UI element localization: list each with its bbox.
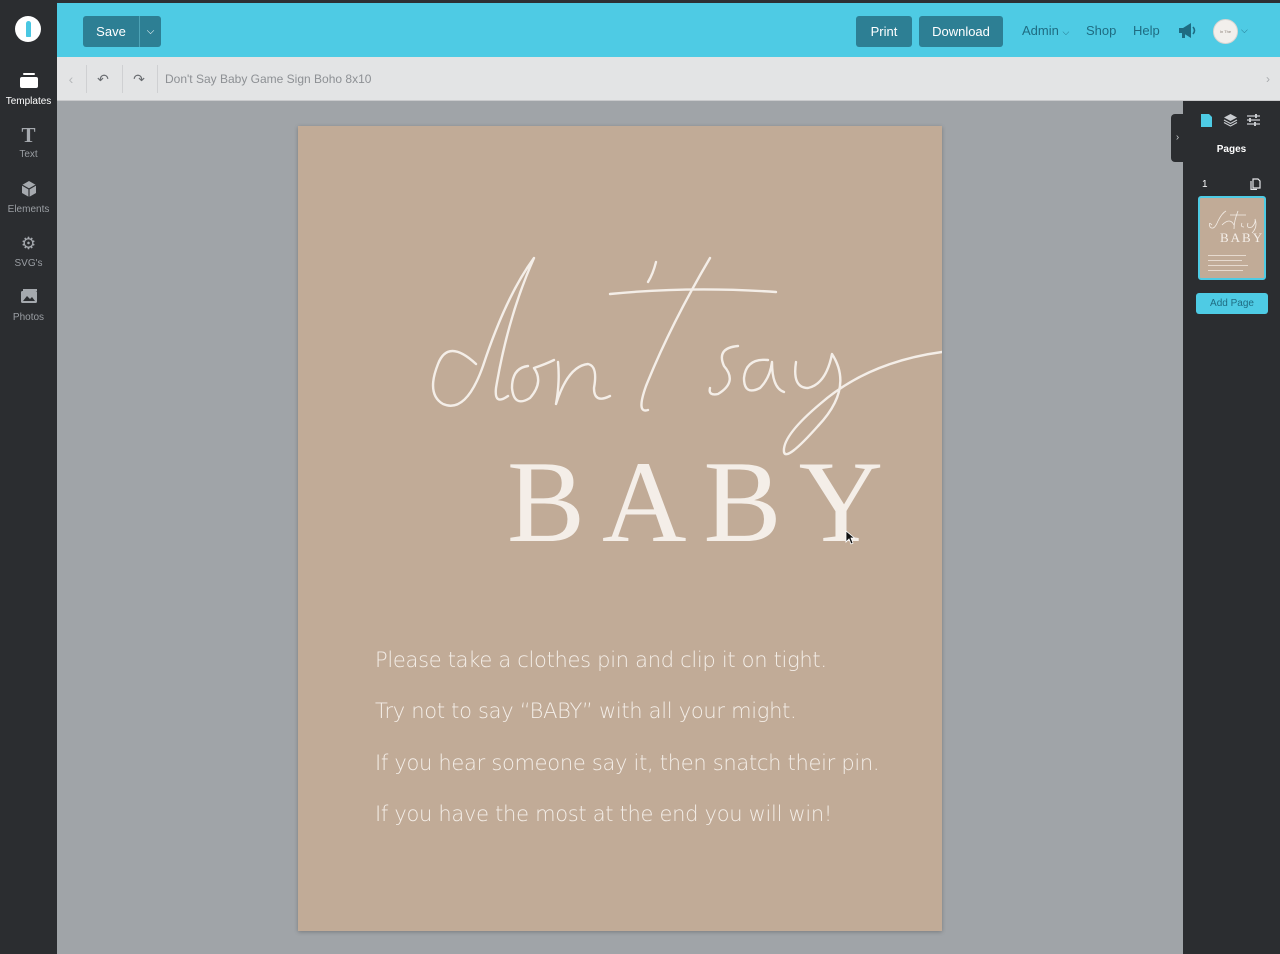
sidebar-item-elements[interactable]: Elements bbox=[0, 180, 57, 215]
thumbnail-line bbox=[1208, 260, 1242, 261]
elements-icon bbox=[0, 180, 57, 200]
pages-tab-icon[interactable] bbox=[1198, 113, 1214, 129]
redo-icon[interactable]: ↷ bbox=[125, 65, 153, 93]
divider bbox=[122, 65, 123, 93]
sidebar-item-label: Text bbox=[19, 149, 38, 160]
chevron-right-icon: › bbox=[1175, 132, 1180, 143]
sidebar-item-templates[interactable]: Templates bbox=[0, 72, 57, 107]
mouse-cursor-icon bbox=[845, 530, 855, 545]
thumbnail-script-art bbox=[1208, 210, 1257, 233]
pages-panel: Pages 1 BABY Add Page bbox=[1183, 101, 1280, 954]
thumbnail-baby-text: BABY bbox=[1220, 230, 1265, 245]
undo-icon[interactable]: ↶ bbox=[89, 65, 117, 93]
panel-title: Pages bbox=[1216, 144, 1247, 155]
app-logo[interactable] bbox=[15, 16, 41, 42]
page-thumbnail[interactable]: BABY bbox=[1198, 196, 1266, 280]
divider bbox=[86, 65, 87, 93]
design-canvas[interactable]: BABY Please take a clothes pin and clip … bbox=[298, 126, 942, 931]
rule-line-3[interactable]: If you hear someone say it, then snatch … bbox=[375, 751, 880, 775]
sidebar-item-label: SVG's bbox=[14, 258, 43, 269]
photos-icon bbox=[0, 288, 57, 308]
thumbnail-line bbox=[1208, 265, 1248, 266]
script-title-artwork[interactable] bbox=[298, 126, 942, 456]
print-button[interactable]: Print bbox=[856, 16, 912, 47]
duplicate-page-icon[interactable] bbox=[1250, 178, 1262, 191]
sidebar-item-label: Photos bbox=[12, 312, 45, 323]
avatar[interactable]: In The Groove bbox=[1213, 19, 1238, 44]
sidebar-item-svgs[interactable]: ⚙ SVG's bbox=[0, 234, 57, 269]
admin-menu[interactable]: Admin ⌵ bbox=[1022, 23, 1069, 38]
thumbnail-line bbox=[1208, 255, 1246, 256]
save-options-button[interactable]: ⌵ bbox=[139, 16, 161, 47]
sidebar-item-photos[interactable]: Photos bbox=[0, 288, 57, 323]
top-bar: Save ⌵ Print Download Admin ⌵ Shop Help … bbox=[57, 0, 1280, 57]
chevron-right-icon[interactable]: › bbox=[1260, 65, 1276, 93]
rule-line-1[interactable]: Please take a clothes pin and clip it on… bbox=[375, 648, 827, 672]
thumbnail-line bbox=[1208, 270, 1243, 271]
baby-heading[interactable]: BABY bbox=[507, 444, 900, 561]
help-link[interactable]: Help bbox=[1133, 23, 1160, 38]
admin-menu-label: Admin bbox=[1022, 23, 1059, 38]
chevron-down-icon: ⌵ bbox=[146, 26, 155, 37]
svgs-icon: ⚙ bbox=[20, 234, 37, 253]
chevron-left-icon[interactable]: ‹ bbox=[57, 65, 85, 93]
download-button[interactable]: Download bbox=[919, 16, 1003, 47]
divider bbox=[157, 65, 158, 93]
document-title[interactable]: Don't Say Baby Game Sign Boho 8x10 bbox=[165, 72, 371, 86]
templates-icon bbox=[0, 72, 57, 92]
chevron-down-icon: ⌵ bbox=[1062, 27, 1070, 37]
left-toolbar: Templates T Text Elements ⚙ SVG's Photos bbox=[0, 0, 57, 954]
text-icon: T bbox=[21, 123, 36, 147]
megaphone-icon[interactable] bbox=[1176, 20, 1198, 42]
chevron-down-icon[interactable]: ⌵ bbox=[1241, 25, 1248, 36]
save-group: Save ⌵ bbox=[83, 16, 161, 47]
shop-link[interactable]: Shop bbox=[1086, 23, 1116, 38]
sidebar-item-label: Elements bbox=[7, 204, 50, 215]
sidebar-item-label: Templates bbox=[5, 96, 52, 107]
settings-sliders-tab-icon[interactable] bbox=[1245, 113, 1261, 129]
layers-tab-icon[interactable] bbox=[1222, 113, 1238, 129]
save-button[interactable]: Save bbox=[83, 16, 139, 47]
rule-line-4[interactable]: If you have the most at the end you will… bbox=[375, 802, 832, 826]
add-page-button[interactable]: Add Page bbox=[1196, 293, 1268, 314]
logo-mark-icon bbox=[26, 21, 31, 37]
sidebar-item-text[interactable]: T Text bbox=[0, 123, 57, 161]
page-number: 1 bbox=[1202, 179, 1208, 190]
rule-line-2[interactable]: Try not to say “BABY” with all your migh… bbox=[375, 699, 797, 723]
sub-toolbar: ‹ ↶ ↷ Don't Say Baby Game Sign Boho 8x10… bbox=[57, 57, 1280, 101]
